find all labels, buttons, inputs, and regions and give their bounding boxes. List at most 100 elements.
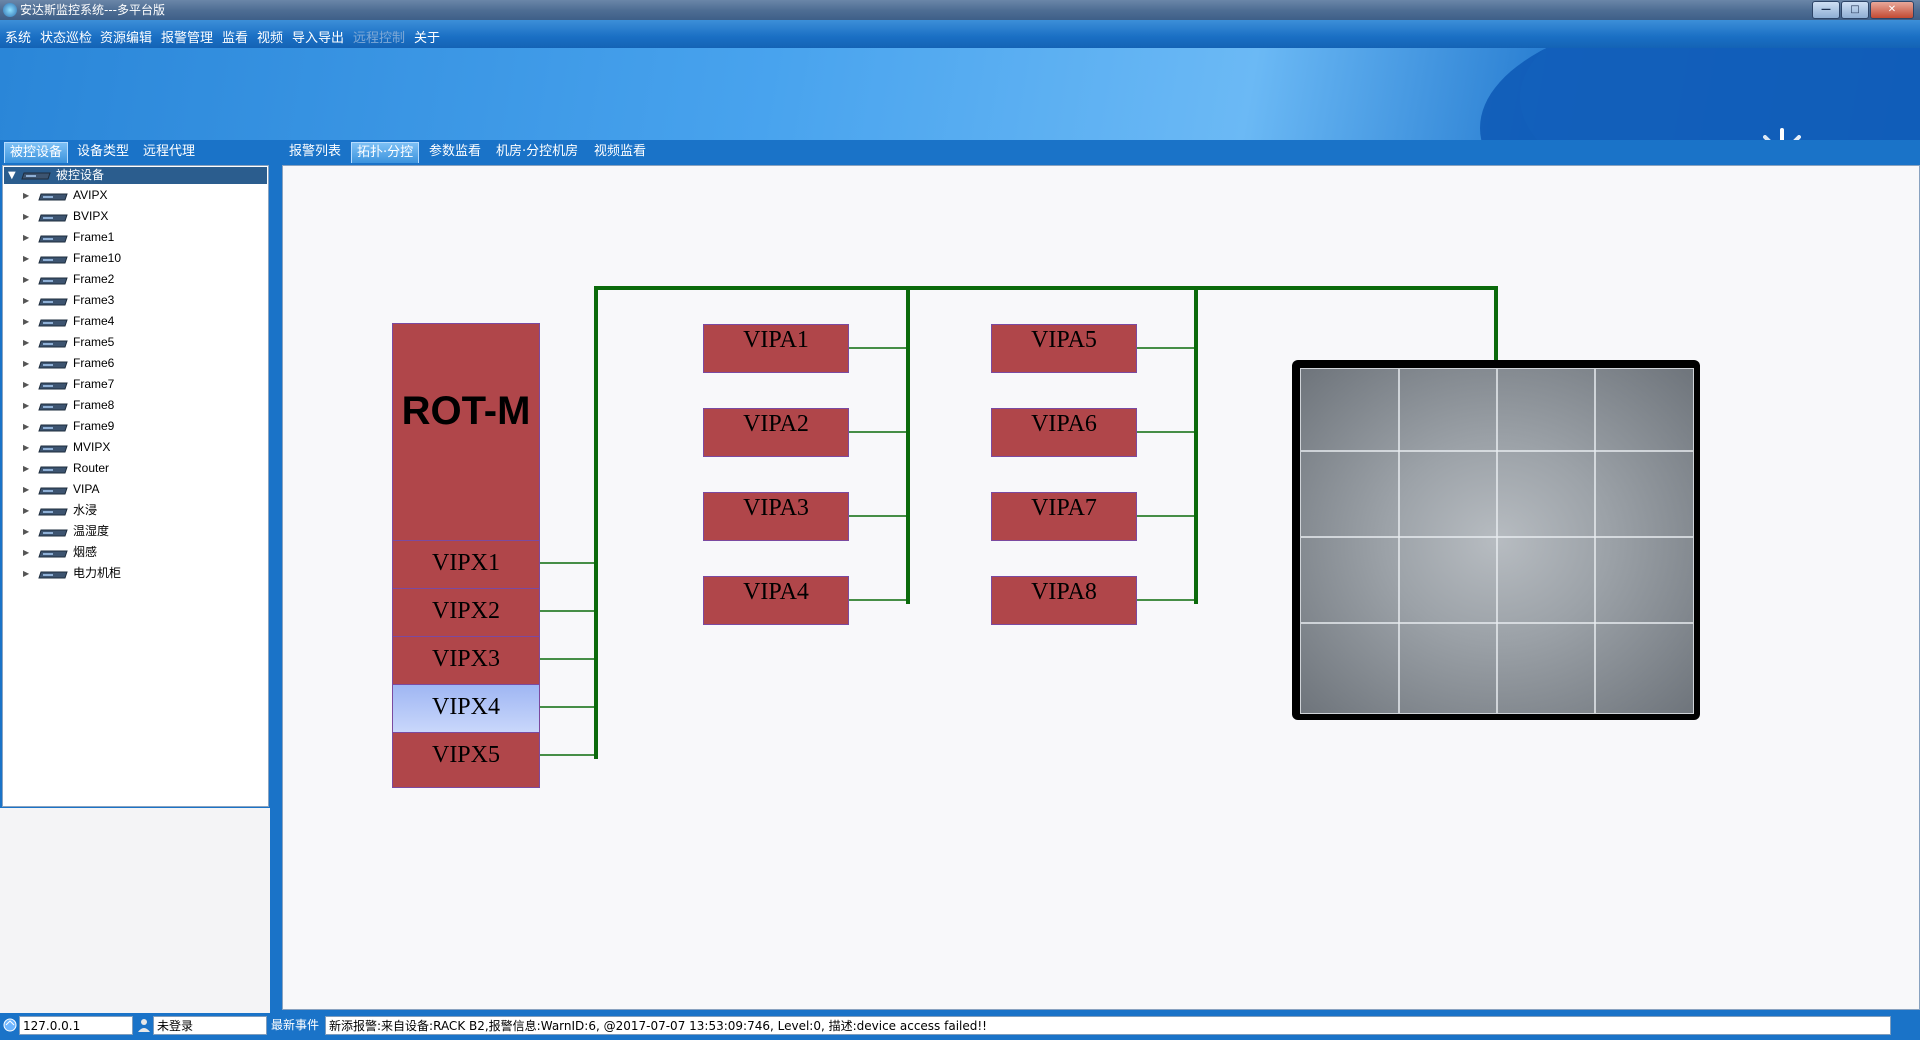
tab-alarm-list[interactable]: 报警列表 [284,142,346,162]
panel-splitter[interactable] [270,162,282,1013]
maximize-button[interactable]: □ [1841,1,1869,19]
tree-node[interactable]: ▶ Frame3 [3,290,265,311]
tree-node[interactable]: ▶ Frame6 [3,353,265,374]
device-rack-icon [38,466,68,474]
router-port-vipx2[interactable]: VIPX2 [393,588,539,636]
device-vipa3[interactable]: VIPA3 [703,492,849,541]
expand-arrow-icon[interactable]: ▶ [23,353,29,374]
expand-arrow-icon[interactable]: ▶ [23,311,29,332]
expand-arrow-icon[interactable]: ▶ [23,479,29,500]
tree-node[interactable]: ▶ Frame8 [3,395,265,416]
status-bar: 127.0.0.1 未登录 最新事件 新添报警:来自设备:RACK B2,报警信… [0,1013,1920,1040]
device-vipa5[interactable]: VIPA5 [991,324,1137,373]
tree-node[interactable]: ▶ VIPA [3,479,265,500]
tree-node-label: Frame10 [73,251,122,265]
device-vipa2[interactable]: VIPA2 [703,408,849,457]
tree-node[interactable]: ▶ Frame7 [3,374,265,395]
latest-event-label: 最新事件 [271,1018,320,1032]
tree-node[interactable]: ▶ 烟感 [3,542,265,563]
tree-node[interactable]: ▶ Frame9 [3,416,265,437]
left-empty-panel [0,808,270,1013]
expand-arrow-icon[interactable]: ▶ [23,206,29,227]
menu-alarm-management[interactable]: 报警管理 [161,20,213,48]
menu-resource-edit[interactable]: 资源编辑 [100,20,152,48]
tree-node-label: MVIPX [73,440,111,454]
expand-arrow-icon[interactable]: ▶ [23,542,29,563]
tree-node[interactable]: ▶ 温湿度 [3,521,265,542]
tab-video-monitor[interactable]: 视频监看 [589,142,651,162]
expand-arrow-icon[interactable]: ▶ [23,437,29,458]
header-banner [0,48,1920,140]
device-rack-icon [38,382,68,390]
video-wall-display[interactable] [1292,360,1700,720]
device-vipa1[interactable]: VIPA1 [703,324,849,373]
tree-node[interactable]: ▶ Frame10 [3,248,265,269]
expand-arrow-icon[interactable]: ▶ [23,395,29,416]
collapse-arrow-icon[interactable]: ▼ [8,167,16,184]
device-vipa6[interactable]: VIPA6 [991,408,1137,457]
tree-node-label: Frame8 [73,398,115,412]
expand-arrow-icon[interactable]: ▶ [23,185,29,206]
tab-machine-room[interactable]: 机房·分控机房 [491,142,583,162]
tree-root-label: 被控设备 [56,168,105,182]
tree-node[interactable]: ▶ Frame5 [3,332,265,353]
device-vipa8[interactable]: VIPA8 [991,576,1137,625]
expand-arrow-icon[interactable]: ▶ [23,563,29,584]
menu-video[interactable]: 视频 [257,20,283,48]
router-port-vipx3[interactable]: VIPX3 [393,636,539,684]
expand-arrow-icon[interactable]: ▶ [23,374,29,395]
tree-node-label: AVIPX [73,188,108,202]
router-port-vipx4[interactable]: VIPX4 [393,684,539,732]
menu-remote-control: 远程控制 [353,31,406,46]
tree-node-label: Frame4 [73,314,115,328]
close-button[interactable]: ✕ [1870,1,1914,19]
expand-arrow-icon[interactable]: ▶ [23,227,29,248]
tree-node[interactable]: ▶ Frame2 [3,269,265,290]
router-port-vipx5[interactable]: VIPX5 [393,732,539,780]
menu-status-inspection[interactable]: 状态巡检 [40,20,92,48]
loading-spinner-icon [1763,128,1801,140]
device-vipa4[interactable]: VIPA4 [703,576,849,625]
expand-arrow-icon[interactable]: ▶ [23,458,29,479]
latest-event-field: 新添报警:来自设备:RACK B2,报警信息:WarnID:6, @2017-0… [325,1016,1891,1035]
router-port-vipx1[interactable]: VIPX1 [393,540,539,588]
tree-node-label: Frame6 [73,356,115,370]
tree-node[interactable]: ▶ 水浸 [3,500,265,521]
tab-parameter-monitor[interactable]: 参数监看 [424,142,486,162]
tree-node[interactable]: ▶ Frame4 [3,311,265,332]
expand-arrow-icon[interactable]: ▶ [23,290,29,311]
tab-topology-control[interactable]: 拓扑·分控 [351,142,420,163]
expand-arrow-icon[interactable]: ▶ [23,332,29,353]
tree-node-label: 水浸 [73,503,98,517]
expand-arrow-icon[interactable]: ▶ [23,269,29,290]
device-rack-icon [38,361,68,369]
tree-root[interactable]: ▼ 被控设备 [4,167,267,184]
tree-node[interactable]: ▶ MVIPX [3,437,265,458]
minimize-button[interactable]: — [1812,1,1840,19]
device-rack-icon [38,403,68,411]
tree-node[interactable]: ▶ Router [3,458,265,479]
tree-node-label: VIPA [73,482,100,496]
expand-arrow-icon[interactable]: ▶ [23,248,29,269]
router-rot-m[interactable]: ROT-M VIPX1 VIPX2 VIPX3 VIPX4 VIPX5 [392,323,540,788]
device-rack-icon [38,319,68,327]
device-vipa7[interactable]: VIPA7 [991,492,1137,541]
device-rack-icon [38,445,68,453]
menu-bar: 系统 状态巡检 资源编辑 报警管理 监看 视频 导入导出 远程控制 关于 [0,20,1920,48]
menu-import-export[interactable]: 导入导出 [292,20,344,48]
tree-node[interactable]: ▶ Frame1 [3,227,265,248]
expand-arrow-icon[interactable]: ▶ [23,521,29,542]
menu-about[interactable]: 关于 [414,20,440,48]
router-label: ROT-M [401,389,531,433]
tab-controlled-devices[interactable]: 被控设备 [4,142,69,163]
tab-remote-agent[interactable]: 远程代理 [138,142,200,162]
tree-node[interactable]: ▶ 电力机柜 [3,563,265,584]
tree-node[interactable]: ▶ BVIPX [3,206,265,227]
menu-system[interactable]: 系统 [5,20,31,48]
expand-arrow-icon[interactable]: ▶ [23,500,29,521]
device-rack-icon [38,571,68,579]
expand-arrow-icon[interactable]: ▶ [23,416,29,437]
tab-device-types[interactable]: 设备类型 [72,142,134,162]
menu-monitor[interactable]: 监看 [222,20,248,48]
tree-node[interactable]: ▶ AVIPX [3,185,265,206]
